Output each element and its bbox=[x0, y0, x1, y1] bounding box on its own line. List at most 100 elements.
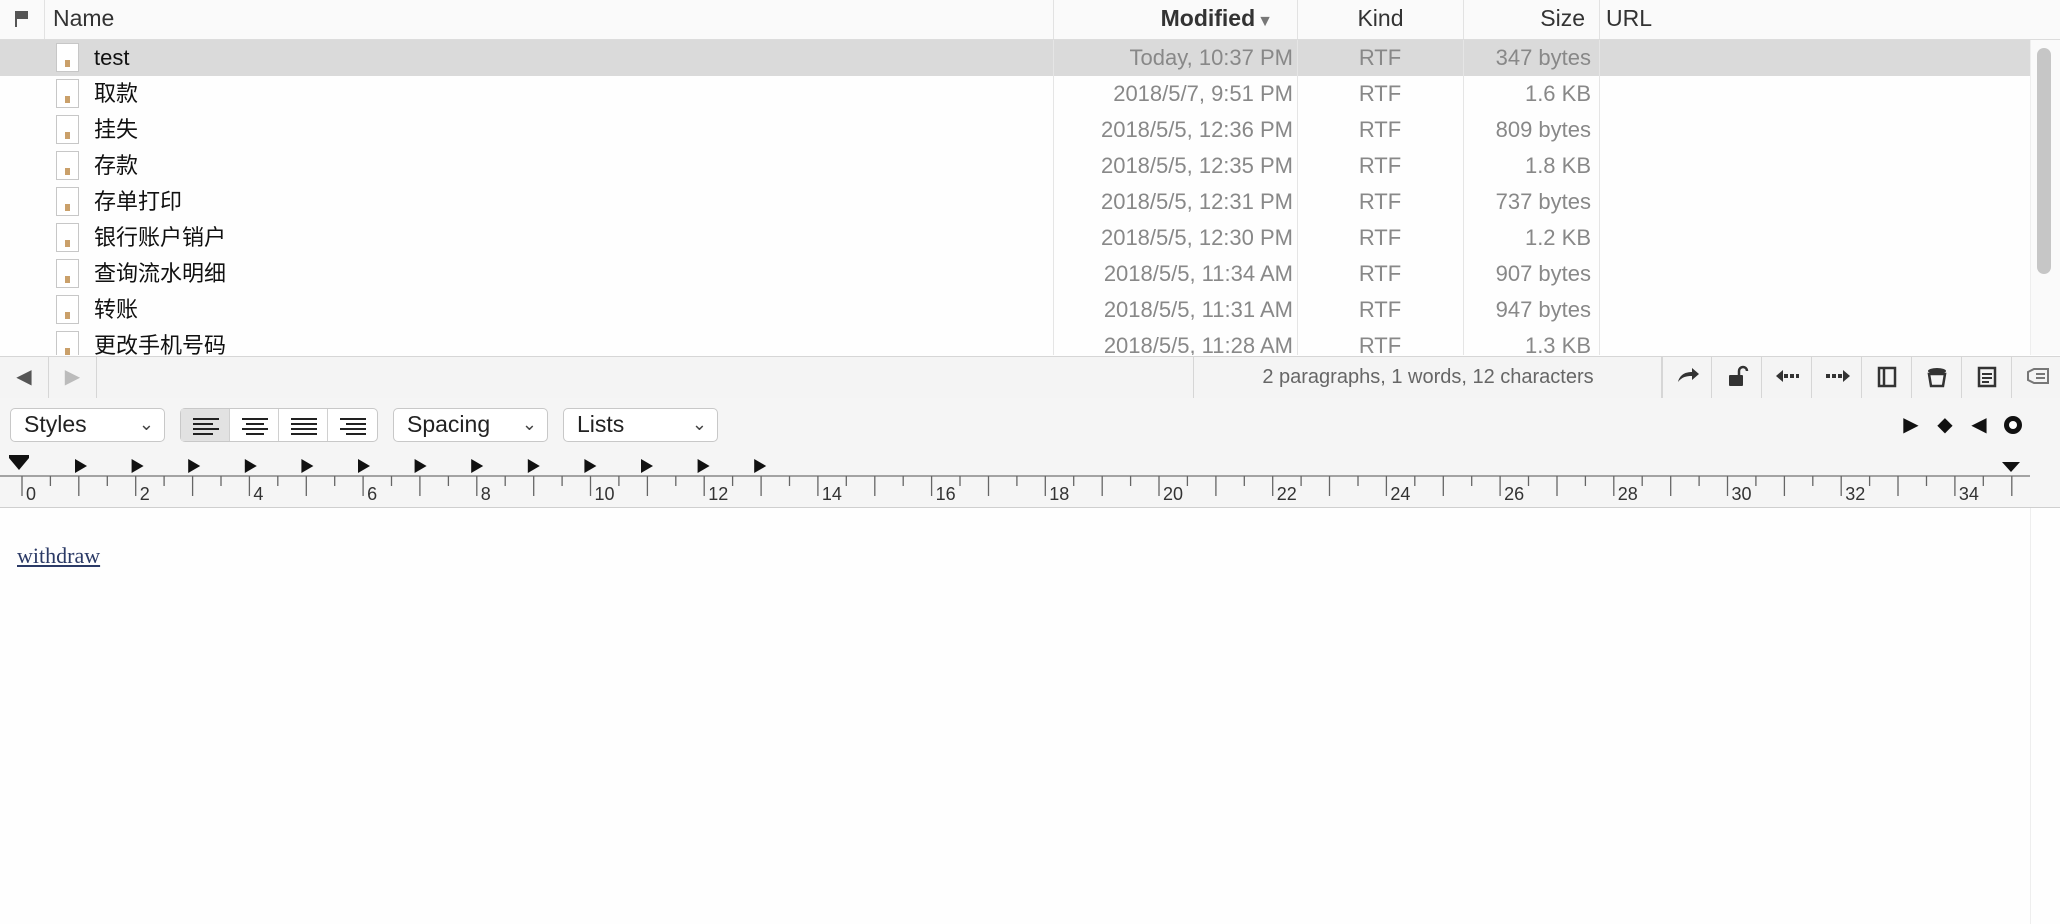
file-row[interactable]: 存单打印 2018/5/5, 12:31 PM RTF 737 bytes bbox=[0, 184, 2030, 220]
align-center-button[interactable] bbox=[230, 409, 279, 441]
ruler-label: 0 bbox=[26, 484, 36, 504]
spacing-popup[interactable]: Spacing ⌄ bbox=[393, 408, 548, 442]
ruler-label: 18 bbox=[1049, 484, 1069, 504]
modified-header-label: Modified bbox=[1160, 5, 1256, 31]
forward-button[interactable]: ▶ bbox=[48, 357, 96, 398]
ruler-label: 4 bbox=[253, 484, 263, 504]
file-size: 1.8 KB bbox=[1524, 153, 1591, 178]
rtf-document-icon bbox=[56, 223, 79, 252]
file-name: 取款 bbox=[94, 81, 139, 106]
size-column-header[interactable]: Size bbox=[1463, 0, 1599, 39]
file-size: 1.2 KB bbox=[1524, 225, 1591, 250]
ruler[interactable]: 0 2 4 6 8 10 12 14 16 18 20 22 24 26 28 30 32 34 bbox=[0, 454, 2060, 508]
file-name: test bbox=[94, 45, 130, 70]
share-button[interactable] bbox=[1661, 357, 1711, 398]
flag-column-header[interactable] bbox=[0, 0, 44, 39]
previous-note-icon bbox=[1775, 370, 1799, 382]
file-modified: 2018/5/5, 12:36 PM bbox=[1100, 117, 1293, 142]
unlock-button[interactable] bbox=[1711, 357, 1761, 398]
notes-list-button[interactable] bbox=[1961, 357, 2011, 398]
file-size: 809 bytes bbox=[1495, 117, 1591, 142]
file-modified: 2018/5/5, 11:34 AM bbox=[1103, 261, 1293, 286]
back-button[interactable]: ◀ bbox=[0, 357, 48, 398]
previous-note-button[interactable] bbox=[1761, 357, 1811, 398]
ruler-graphic: 0 2 4 6 8 10 12 14 16 18 20 22 24 26 28 30 32 34 bbox=[0, 455, 2030, 504]
file-row[interactable]: 存款 2018/5/5, 12:35 PM RTF 1.8 KB bbox=[0, 148, 2030, 184]
sort-descending-icon: ▼ bbox=[1257, 13, 1273, 30]
file-row[interactable]: test Today, 10:37 PM RTF 347 bytes bbox=[0, 40, 2030, 76]
record-circle-icon bbox=[2004, 416, 2022, 434]
list-scrollbar-thumb[interactable] bbox=[2037, 48, 2051, 274]
name-column-header[interactable]: Name bbox=[44, 0, 1053, 39]
ruler-label: 2 bbox=[140, 484, 150, 504]
file-size: 1.3 KB bbox=[1524, 333, 1591, 355]
rtf-document-icon bbox=[56, 331, 79, 355]
book-button[interactable] bbox=[1861, 357, 1911, 398]
styles-popup[interactable]: Styles ⌄ bbox=[10, 408, 165, 442]
chevron-down-icon: ⌄ bbox=[138, 414, 154, 434]
next-note-button[interactable] bbox=[1811, 357, 1861, 398]
ruler-label: 34 bbox=[1959, 484, 1979, 504]
play-icon[interactable]: ▶ bbox=[1895, 408, 1927, 442]
notes-list-icon bbox=[1977, 366, 1996, 388]
file-row[interactable]: 更改手机号码 2018/5/5, 11:28 AM RTF 1.3 KB bbox=[0, 328, 2030, 355]
file-kind: RTF bbox=[1358, 117, 1402, 142]
record-icon[interactable] bbox=[1997, 408, 2029, 442]
file-modified: 2018/5/5, 11:28 AM bbox=[1103, 333, 1293, 355]
ruler-label: 26 bbox=[1504, 484, 1524, 504]
tag-button[interactable] bbox=[2011, 357, 2060, 398]
rtf-document-icon bbox=[56, 115, 79, 144]
file-modified: 2018/5/5, 11:31 AM bbox=[1103, 297, 1293, 322]
align-justify-button[interactable] bbox=[279, 409, 328, 441]
rtf-document-icon bbox=[56, 295, 79, 324]
spacing-popup-label: Spacing bbox=[407, 411, 491, 437]
file-size: 347 bytes bbox=[1495, 45, 1591, 70]
format-toolbar: Styles ⌄ Spacing ⌄ Lists ⌄ ▶ ◆ ◀ bbox=[0, 398, 2060, 454]
lists-popup-label: Lists bbox=[577, 411, 625, 437]
url-column-header[interactable]: URL bbox=[1599, 0, 2030, 39]
modified-column-header[interactable]: Modified ▼ bbox=[1053, 0, 1297, 39]
document-editor[interactable]: withdraw bbox=[0, 508, 2030, 924]
ruler-label: 10 bbox=[595, 484, 615, 504]
file-kind: RTF bbox=[1358, 297, 1402, 322]
rtf-document-icon bbox=[56, 151, 79, 180]
chevron-down-icon: ⌄ bbox=[691, 414, 707, 434]
file-modified: 2018/5/5, 12:35 PM bbox=[1100, 153, 1293, 178]
ruler-label: 6 bbox=[367, 484, 377, 504]
column-divider bbox=[1599, 40, 1600, 355]
file-name: 更改手机号码 bbox=[94, 333, 227, 355]
file-name: 银行账户销户 bbox=[94, 225, 227, 250]
align-right-button[interactable] bbox=[328, 409, 377, 441]
rtf-document-icon bbox=[56, 79, 79, 108]
kind-column-header[interactable]: Kind bbox=[1297, 0, 1463, 39]
column-divider bbox=[1053, 40, 1054, 355]
lists-popup[interactable]: Lists ⌄ bbox=[563, 408, 718, 442]
ruler-label: 14 bbox=[822, 484, 842, 504]
file-name: 存单打印 bbox=[94, 189, 183, 214]
inbox-button[interactable] bbox=[1911, 357, 1961, 398]
file-kind: RTF bbox=[1358, 45, 1402, 70]
book-icon bbox=[1877, 366, 1896, 388]
diamond-icon[interactable]: ◆ bbox=[1929, 408, 1961, 442]
file-row[interactable]: 银行账户销户 2018/5/5, 12:30 PM RTF 1.2 KB bbox=[0, 220, 2030, 256]
file-row[interactable]: 取款 2018/5/7, 9:51 PM RTF 1.6 KB bbox=[0, 76, 2030, 112]
file-kind: RTF bbox=[1358, 333, 1402, 355]
file-row[interactable]: 转账 2018/5/5, 11:31 AM RTF 947 bytes bbox=[0, 292, 2030, 328]
ruler-label: 20 bbox=[1163, 484, 1183, 504]
rewind-icon[interactable]: ◀ bbox=[1963, 408, 1995, 442]
file-name: 存款 bbox=[94, 153, 139, 178]
align-left-button[interactable] bbox=[181, 409, 230, 441]
flag-icon bbox=[15, 11, 28, 27]
file-modified: 2018/5/5, 12:31 PM bbox=[1100, 189, 1293, 214]
ruler-label: 8 bbox=[481, 484, 491, 504]
ruler-label: 12 bbox=[708, 484, 728, 504]
file-size: 907 bytes bbox=[1495, 261, 1591, 286]
file-row[interactable]: 挂失 2018/5/5, 12:36 PM RTF 809 bytes bbox=[0, 112, 2030, 148]
styles-popup-label: Styles bbox=[24, 411, 87, 437]
ruler-label: 32 bbox=[1845, 484, 1865, 504]
document-text[interactable]: withdraw bbox=[17, 543, 100, 569]
file-modified: 2018/5/5, 12:30 PM bbox=[1100, 225, 1293, 250]
file-row[interactable]: 查询流水明细 2018/5/5, 11:34 AM RTF 907 bytes bbox=[0, 256, 2030, 292]
rtf-document-icon bbox=[56, 43, 79, 72]
file-size: 947 bytes bbox=[1495, 297, 1591, 322]
